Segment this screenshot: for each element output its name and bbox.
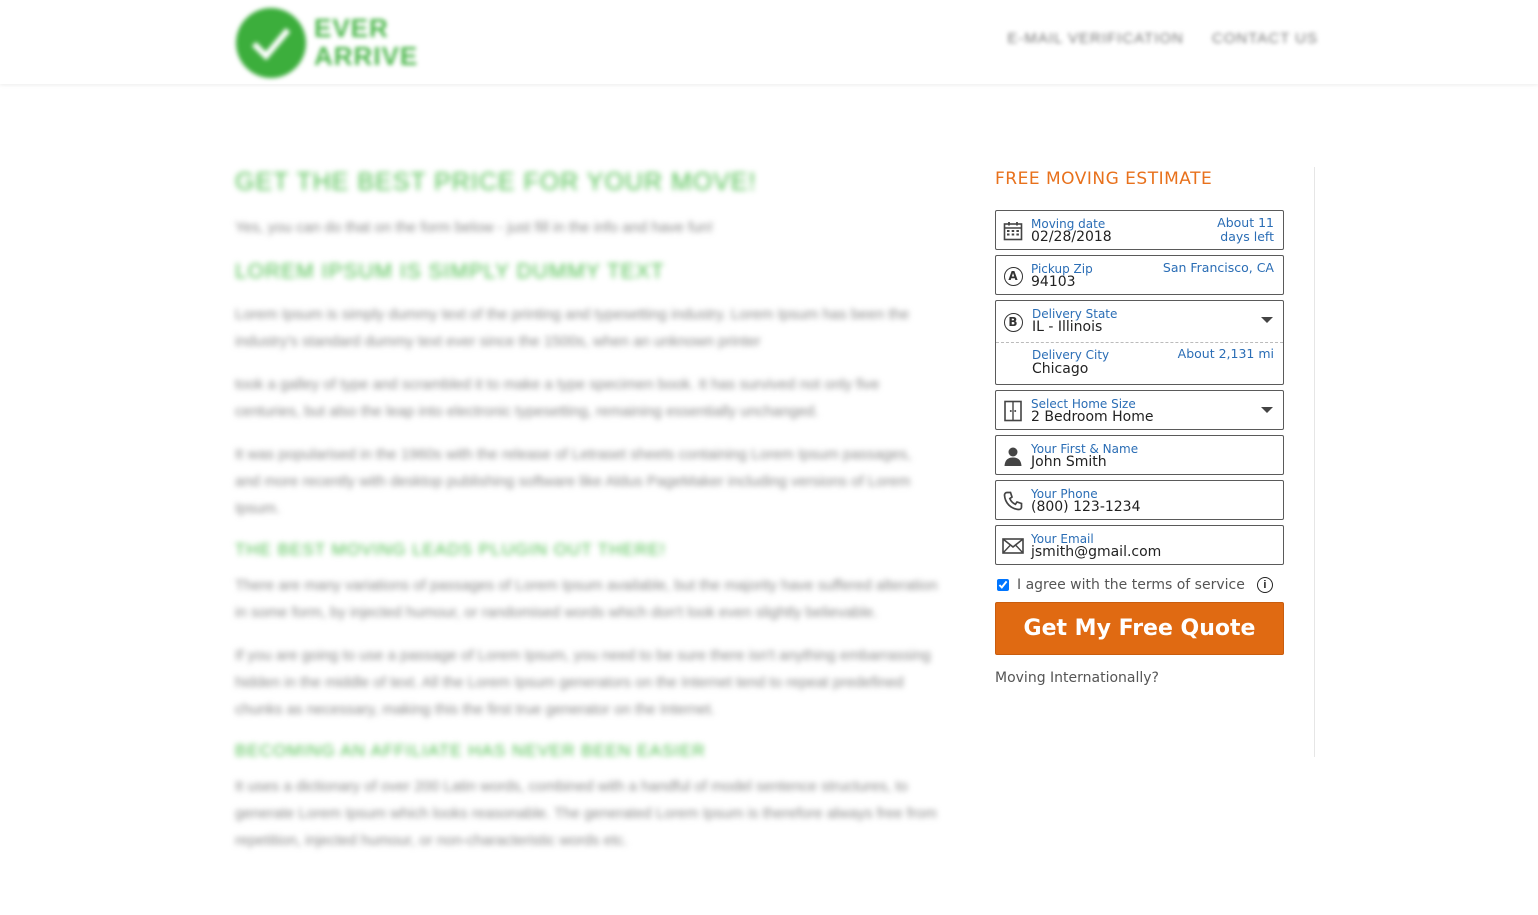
- main-nav: E-MAIL VERIFICATION CONTACT US: [1007, 30, 1318, 47]
- calendar-icon: [1002, 220, 1024, 242]
- pin-a-letter: A: [1003, 266, 1023, 286]
- delivery-city-field[interactable]: Delivery City Chicago About 2,131 mi: [996, 343, 1283, 385]
- section-heading: LOREM IPSUM IS SIMPLY DUMMY TEXT: [235, 260, 665, 283]
- paragraph: If you are going to use a passage of Lor…: [235, 647, 931, 718]
- moving-internationally-link[interactable]: Moving Internationally?: [995, 670, 1159, 686]
- envelope-icon: [1002, 535, 1024, 557]
- distance-hint: About 2,131 mi: [1177, 346, 1274, 361]
- section-heading: BECOMING AN AFFILIATE HAS NEVER BEEN EAS…: [235, 741, 706, 760]
- pin-b-letter: B: [1003, 312, 1023, 332]
- days-left-hint: About 11 days left: [1217, 216, 1274, 244]
- pickup-zip-value[interactable]: 94103: [1031, 274, 1076, 290]
- logo-mark: [236, 8, 306, 78]
- paragraph: It uses a dictionary of over 200 Latin w…: [235, 778, 937, 849]
- delivery-group: B Delivery State IL - Illinois Delivery …: [995, 300, 1284, 385]
- phone-icon: [1002, 490, 1024, 512]
- name-field[interactable]: Your First & Name John Smith: [995, 435, 1284, 475]
- door-icon: [1002, 400, 1024, 422]
- paragraph: It was popularised in the 1960s with the…: [235, 446, 912, 517]
- paragraph: There are many variations of passages of…: [235, 577, 938, 621]
- moving-date-field[interactable]: Moving date 02/28/2018 About 11 days lef…: [995, 210, 1284, 250]
- delivery-city-value[interactable]: Chicago: [1032, 361, 1088, 377]
- page-title: GET THE BEST PRICE FOR YOUR MOVE!: [235, 168, 757, 196]
- logo-text-line1: EVER: [314, 13, 389, 43]
- article-content: GET THE BEST PRICE FOR YOUR MOVE! Yes, y…: [235, 166, 940, 870]
- terms-checkbox[interactable]: [997, 579, 1009, 591]
- estimate-form: FREE MOVING ESTIMATE Moving date 02/28/2…: [995, 167, 1315, 757]
- moving-date-value[interactable]: 02/28/2018: [1031, 229, 1112, 245]
- days-left-line2: days left: [1220, 229, 1274, 244]
- delivery-city-label: Delivery City: [1032, 348, 1110, 362]
- phone-field[interactable]: Your Phone (800) 123-1234: [995, 480, 1284, 520]
- checkmark-icon: [251, 28, 291, 60]
- terms-label[interactable]: I agree with the terms of service: [1017, 577, 1245, 593]
- email-value[interactable]: jsmith@gmail.com: [1031, 544, 1161, 560]
- chevron-down-icon: [1261, 317, 1273, 323]
- site-header: EVER ARRIVE E-MAIL VERIFICATION CONTACT …: [0, 0, 1538, 84]
- delivery-state-value: IL - Illinois: [1032, 319, 1103, 335]
- person-icon: [1002, 445, 1024, 467]
- home-size-select[interactable]: Select Home Size 2 Bedroom Home: [995, 390, 1284, 430]
- info-icon[interactable]: i: [1256, 577, 1273, 593]
- pin-b-icon: B: [1002, 311, 1024, 333]
- days-left-line1: About 11: [1217, 215, 1274, 230]
- section-heading: THE BEST MOVING LEADS PLUGIN OUT THERE!: [235, 540, 667, 559]
- home-size-value: 2 Bedroom Home: [1031, 409, 1154, 425]
- lead-paragraph: Yes, you can do that on the form below -…: [235, 219, 714, 236]
- delivery-state-select[interactable]: B Delivery State IL - Illinois: [996, 301, 1283, 342]
- paragraph: took a galley of type and scrambled it t…: [235, 376, 880, 420]
- nav-contact-us[interactable]: CONTACT US: [1212, 30, 1318, 47]
- pin-a-icon: A: [1002, 265, 1024, 287]
- chevron-down-icon: [1261, 407, 1273, 413]
- nav-email-verification[interactable]: E-MAIL VERIFICATION: [1007, 30, 1184, 47]
- phone-value[interactable]: (800) 123-1234: [1031, 499, 1141, 515]
- logo-text-line2: ARRIVE: [314, 41, 419, 71]
- email-field[interactable]: Your Email jsmith@gmail.com: [995, 525, 1284, 565]
- paragraph: Lorem Ipsum is simply dummy text of the …: [235, 306, 910, 350]
- pickup-city-hint: San Francisco, CA: [1162, 260, 1274, 275]
- name-value[interactable]: John Smith: [1031, 454, 1107, 470]
- pickup-zip-field[interactable]: A Pickup Zip 94103 San Francisco, CA: [995, 255, 1284, 295]
- logo[interactable]: EVER ARRIVE: [236, 8, 418, 78]
- logo-text: EVER ARRIVE: [314, 14, 418, 70]
- get-quote-button[interactable]: Get My Free Quote: [995, 602, 1284, 655]
- terms-row: I agree with the terms of service i: [997, 577, 1273, 593]
- form-title: FREE MOVING ESTIMATE: [995, 169, 1213, 189]
